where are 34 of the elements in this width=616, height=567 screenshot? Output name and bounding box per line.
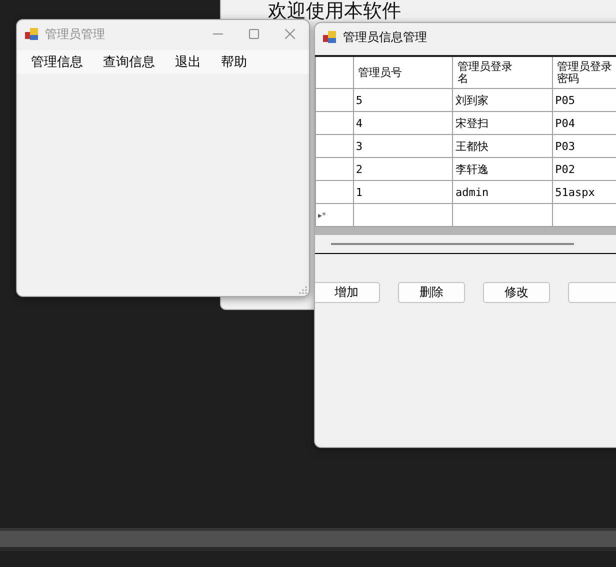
menu-item[interactable]: 管理信息: [23, 51, 91, 73]
row-header[interactable]: [316, 180, 354, 204]
window-title: 管理员信息管理: [343, 28, 427, 46]
table-cell[interactable]: 4: [353, 112, 453, 134]
action-button[interactable]: 删除: [398, 282, 465, 303]
row-header[interactable]: [316, 134, 354, 158]
app-icon: [25, 27, 39, 41]
maximize-icon[interactable]: [249, 29, 259, 39]
table-cell[interactable]: 李轩逸: [452, 158, 553, 180]
table-cell[interactable]: 1: [353, 180, 453, 204]
column-header[interactable]: 管理员登录名: [452, 56, 553, 88]
menu-item[interactable]: 帮助: [213, 51, 255, 73]
table-cell[interactable]: 宋登扫: [452, 112, 553, 134]
action-button[interactable]: [568, 282, 616, 303]
table-cell[interactable]: 3: [353, 134, 453, 158]
resize-grip-icon[interactable]: [299, 286, 307, 294]
table-cell[interactable]: 王都快: [452, 134, 553, 158]
table-cell[interactable]: 刘到家: [452, 88, 553, 112]
table-cell[interactable]: 2: [353, 158, 453, 180]
close-icon[interactable]: [285, 29, 295, 39]
menu-item[interactable]: 退出: [167, 51, 209, 73]
action-button[interactable]: 增加: [315, 282, 380, 303]
window-title: 管理员管理: [45, 26, 105, 42]
row-header[interactable]: [316, 112, 354, 134]
action-button[interactable]: 修改: [483, 282, 550, 303]
row-header[interactable]: [316, 88, 354, 112]
row-header[interactable]: [316, 158, 354, 180]
app-icon: [323, 30, 337, 44]
table-cell[interactable]: admin: [452, 180, 553, 204]
scrollbar[interactable]: [315, 227, 616, 235]
welcome-heading: 欢迎使用本软件: [268, 1, 401, 22]
menu-item[interactable]: 查询信息: [95, 51, 163, 73]
table-cell[interactable]: 5: [353, 88, 453, 112]
column-header[interactable]: 管理员号: [353, 56, 453, 88]
